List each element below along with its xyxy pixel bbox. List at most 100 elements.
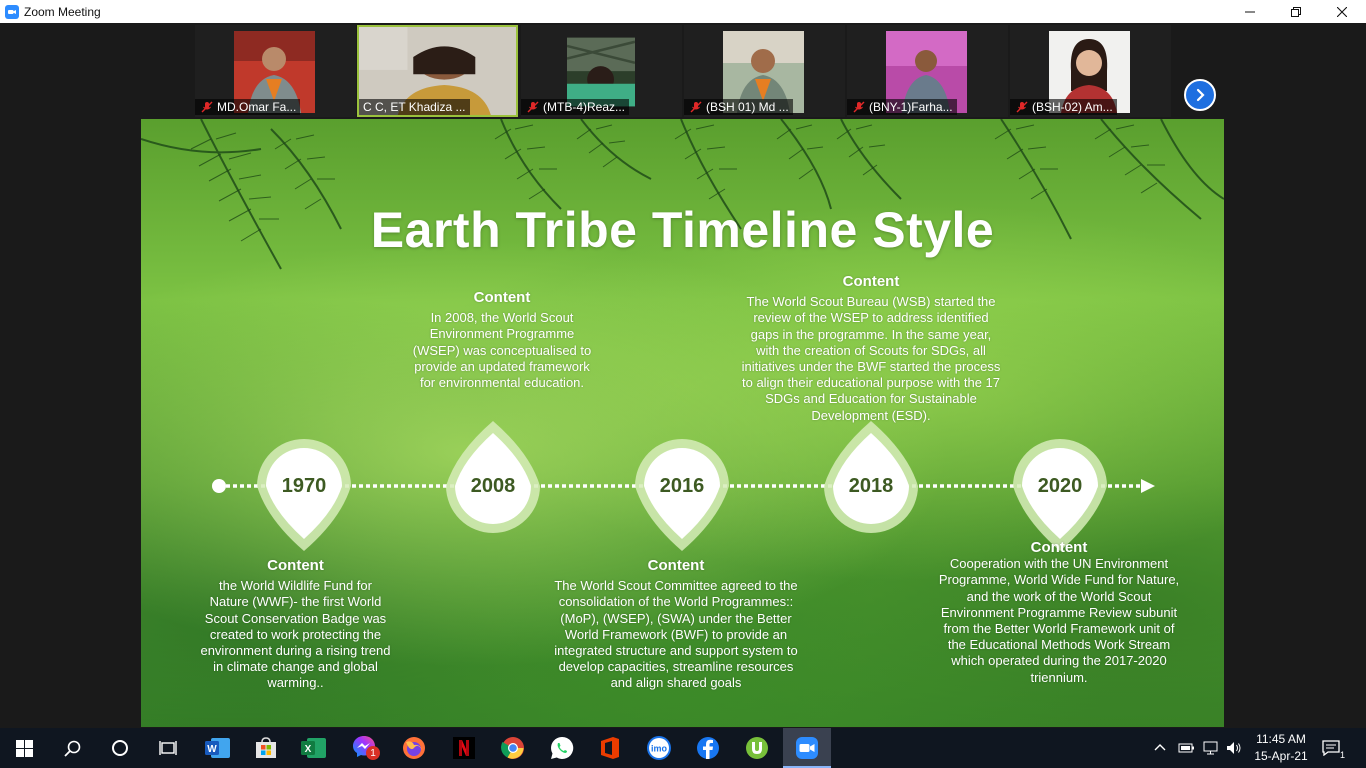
taskbar-store[interactable] <box>242 728 290 768</box>
taskbar-netflix[interactable] <box>440 728 488 768</box>
next-page-button[interactable] <box>1184 79 1216 111</box>
participant-gallery: MD.Omar Fa... C C, ET Khadiza ... (MTB-4… <box>0 23 1366 118</box>
participant-tile[interactable]: (MTB-4)Reaz... <box>521 25 682 117</box>
window-title-bar: Zoom Meeting <box>0 0 1366 23</box>
notification-icon <box>1322 740 1340 756</box>
milestone-content-2008: Content In 2008, the World Scout Environ… <box>412 289 592 391</box>
clock-time: 11:45 AM <box>1256 732 1306 746</box>
search-icon <box>63 740 80 757</box>
taskbar-facebook[interactable] <box>684 728 732 768</box>
battery-tray-button[interactable] <box>1178 728 1198 768</box>
milestone-content-2020: Content Cooperation with the UN Environm… <box>937 539 1181 686</box>
taskbar-chrome[interactable] <box>489 728 537 768</box>
participant-name: MD.Omar Fa... <box>217 100 297 114</box>
start-button[interactable] <box>0 728 48 768</box>
close-button[interactable] <box>1319 0 1365 23</box>
mic-muted-icon <box>201 101 213 113</box>
participant-tile[interactable]: (BSH 01) Md ... <box>684 25 845 117</box>
show-hidden-icons-button[interactable] <box>1154 728 1172 768</box>
participant-name-bar: MD.Omar Fa... <box>195 99 301 115</box>
chevron-up-icon <box>1154 744 1166 751</box>
notification-count: 1 <box>1340 750 1346 760</box>
participant-name-bar: (MTB-4)Reaz... <box>521 99 630 115</box>
milestone-description: Cooperation with the UN Environment Prog… <box>938 556 1180 685</box>
mic-muted-icon <box>853 101 865 113</box>
milestone-content-1970: Content the World Wildlife Fund for Natu… <box>199 557 392 692</box>
whatsapp-icon <box>551 736 574 759</box>
participant-name: (BSH-02) Am... <box>1032 100 1113 114</box>
milestone-heading: Content <box>267 557 324 574</box>
speaker-icon <box>1227 742 1241 754</box>
search-button[interactable] <box>48 728 96 768</box>
milestone-year-2020: 2020 <box>1037 475 1083 497</box>
mic-muted-icon <box>527 101 539 113</box>
word-icon: W <box>205 738 230 758</box>
taskbar-zoom-active[interactable] <box>783 728 831 768</box>
mic-muted-icon <box>690 101 702 113</box>
chevron-right-icon <box>1196 88 1205 102</box>
participant-name: (BNY-1)Farha... <box>869 100 953 114</box>
milestone-year-2018: 2018 <box>848 475 894 497</box>
taskbar-utorrent[interactable] <box>733 728 781 768</box>
milestone-year-2016: 2016 <box>659 475 705 497</box>
milestone-description: In 2008, the World Scout Environment Pro… <box>412 310 592 391</box>
participant-name: (BSH 01) Md ... <box>706 100 789 114</box>
network-tray-button[interactable] <box>1203 728 1223 768</box>
chrome-icon <box>501 737 524 759</box>
task-view-button[interactable] <box>144 728 192 768</box>
shared-screen-slide: Earth Tribe Timeline Style 1970 2008 201… <box>141 119 1224 727</box>
mic-muted-icon <box>1016 101 1028 113</box>
svg-text:X: X <box>305 744 312 755</box>
restore-button[interactable] <box>1273 0 1319 23</box>
taskbar-word[interactable]: W <box>194 728 242 768</box>
participant-tile[interactable]: (BSH-02) Am... <box>1010 25 1171 117</box>
taskbar-firefox[interactable] <box>390 728 438 768</box>
cortana-circle-icon <box>112 740 128 756</box>
taskbar-clock[interactable]: 11:45 AM 15-Apr-21 <box>1248 731 1314 765</box>
imo-label: imo <box>651 744 668 754</box>
zoom-icon <box>796 737 818 759</box>
taskbar-office[interactable] <box>586 728 634 768</box>
milestone-year-2008: 2008 <box>470 475 516 497</box>
clock-date: 15-Apr-21 <box>1254 749 1308 763</box>
participant-name-bar: (BSH 01) Md ... <box>684 99 793 115</box>
netflix-icon <box>453 737 475 759</box>
participant-name-bar: (BSH-02) Am... <box>1010 99 1117 115</box>
milestone-description: the World Wildlife Fund for Nature (WWF)… <box>200 578 391 691</box>
milestone-description: The World Scout Bureau (WSB) started the… <box>741 294 1001 423</box>
taskbar-imo[interactable]: imo <box>635 728 683 768</box>
windows-taskbar: W X 1 imo 11:45 AM 15-Apr-21 1 <box>0 728 1366 768</box>
timeline-start-dot <box>212 479 226 493</box>
notification-badge: 1 <box>366 746 380 760</box>
milestone-heading: Content <box>473 289 531 306</box>
milestone-year-1970: 1970 <box>281 475 327 497</box>
firefox-icon <box>403 737 425 759</box>
minimize-button[interactable] <box>1227 0 1273 23</box>
participant-name-bar: (BNY-1)Farha... <box>847 99 957 115</box>
zoom-app-icon <box>5 4 19 19</box>
windows-logo-icon <box>15 739 33 757</box>
battery-icon <box>1178 743 1194 753</box>
milestone-content-2018: Content The World Scout Bureau (WSB) sta… <box>739 273 1003 424</box>
action-center-button[interactable]: 1 <box>1322 728 1352 768</box>
milestone-heading: Content <box>842 273 900 290</box>
timeline-arrow-icon <box>1141 479 1155 493</box>
imo-icon: imo <box>647 736 671 760</box>
participant-name-bar: C C, ET Khadiza ... <box>359 99 470 115</box>
volume-tray-button[interactable] <box>1226 728 1246 768</box>
utorrent-icon <box>746 737 768 759</box>
taskbar-whatsapp[interactable] <box>538 728 586 768</box>
office-icon <box>601 737 619 759</box>
milestone-content-2016: Content The World Scout Committee agreed… <box>551 557 801 692</box>
taskbar-excel[interactable]: X <box>290 728 338 768</box>
milestone-heading: Content <box>647 557 705 574</box>
milestone-description: The World Scout Committee agreed to the … <box>554 578 798 691</box>
participant-tile-active-speaker[interactable]: C C, ET Khadiza ... <box>357 25 518 117</box>
cortana-button[interactable] <box>96 728 144 768</box>
task-view-icon <box>159 741 177 755</box>
participant-tile[interactable]: MD.Omar Fa... <box>195 25 356 117</box>
participant-tile[interactable]: (BNY-1)Farha... <box>847 25 1008 117</box>
participant-name: (MTB-4)Reaz... <box>543 100 626 114</box>
taskbar-messenger[interactable]: 1 <box>342 728 390 768</box>
window-title: Zoom Meeting <box>24 4 101 19</box>
